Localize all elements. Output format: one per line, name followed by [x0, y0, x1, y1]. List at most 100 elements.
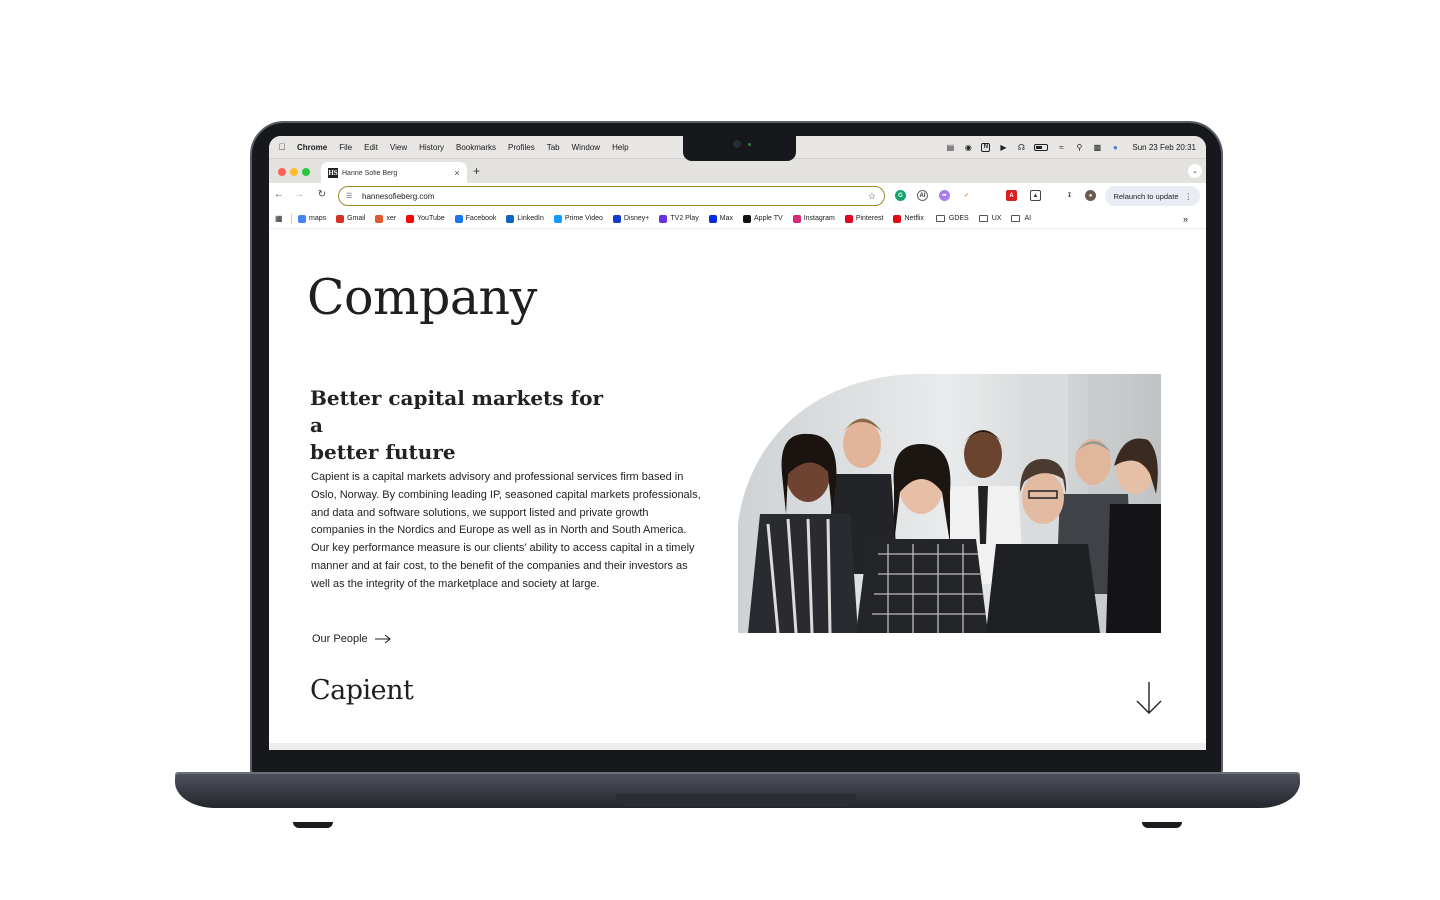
bookmark-label: Netflix	[904, 215, 924, 222]
bookmark-label: Instagram	[803, 215, 835, 222]
bookmarks-overflow-icon[interactable]: »	[1183, 214, 1188, 224]
headphones-icon[interactable]: ☊	[1016, 142, 1026, 152]
ai-extension-icon[interactable]: AI	[917, 190, 928, 201]
capient-logo[interactable]: Capient	[310, 675, 414, 706]
our-people-label: Our People	[312, 633, 368, 645]
bookmark-label: TV2 Play	[670, 215, 699, 222]
apple-menu-icon[interactable]: 	[277, 142, 287, 152]
headline-line-2: better future	[310, 440, 456, 464]
window-minimize-button[interactable]	[290, 168, 298, 176]
tab-hanne-sofie-berg[interactable]: HS Hanne Sofie Berg ×	[321, 162, 467, 184]
headline-line-1: Better capital markets for a	[310, 386, 603, 437]
tv2-icon	[659, 214, 668, 223]
menu-window[interactable]: Window	[572, 143, 600, 152]
window-zoom-button[interactable]	[302, 168, 310, 176]
bookmark-item[interactable]: Max	[708, 214, 734, 223]
netflix-icon	[893, 214, 902, 223]
chrome-tab-strip: HS Hanne Sofie Berg × + ⌄	[269, 158, 1206, 184]
vpn-icon[interactable]: ◉	[963, 142, 973, 152]
notion-icon[interactable]: N	[981, 142, 991, 152]
control-center-icon[interactable]: ▩	[1092, 142, 1102, 152]
laptop-screen:  Chrome File Edit View History Bookmark…	[269, 136, 1206, 750]
forward-icon[interactable]: →	[293, 189, 305, 200]
bookmark-item[interactable]: Gmail	[336, 214, 365, 223]
bookmark-item[interactable]: xer	[375, 214, 397, 223]
battery-icon[interactable]	[1034, 143, 1049, 151]
bookmark-item[interactable]: Prime Video	[553, 214, 603, 223]
bookmark-item[interactable]: LinkedIn	[506, 214, 544, 223]
menu-help[interactable]: Help	[612, 143, 628, 152]
folder-icon	[978, 215, 988, 222]
status-area: ▤ ◉ N ▶ ☊ ≈ ⚲ ▩ ● Sun 23 Feb 20:31	[945, 136, 1196, 158]
clipboard-icon[interactable]: ▤	[945, 142, 955, 152]
menu-tab[interactable]: Tab	[547, 143, 560, 152]
bookmark-folder[interactable]: GDES	[935, 215, 969, 222]
bookmark-label: Disney+	[623, 215, 650, 222]
bookmark-folder-label: UX	[991, 215, 1002, 222]
search-icon[interactable]: ⚲	[1074, 142, 1084, 152]
chrome-toolbar: ← → ↻ ☰ hannesofieberg.com ☆ G AI ✒ ✓ A …	[269, 183, 1206, 209]
youtube-icon	[406, 214, 415, 223]
tab-title: Hanne Sofie Berg	[342, 169, 398, 177]
bookmark-item[interactable]: Apple TV	[743, 214, 783, 223]
tab-search-chevron-icon[interactable]: ⌄	[1188, 164, 1202, 178]
apps-grid-icon[interactable]: ▦	[275, 214, 285, 223]
menu-bookmarks[interactable]: Bookmarks	[456, 143, 496, 152]
siri-icon[interactable]: ●	[1110, 142, 1120, 152]
web-page: Company Better capital markets for a bet…	[269, 229, 1206, 750]
menu-app-name[interactable]: Chrome	[297, 143, 327, 152]
chrome-menu-icon[interactable]: ⋮	[1185, 192, 1193, 201]
url-text[interactable]: hannesofieberg.com	[362, 192, 868, 201]
site-info-icon[interactable]: ☰	[346, 192, 356, 200]
tab-close-icon[interactable]: ×	[452, 168, 462, 178]
bookmark-item[interactable]: Disney+	[612, 214, 650, 223]
company-description: Capient is a capital markets advisory an…	[311, 471, 701, 590]
bookmark-item[interactable]: maps	[298, 214, 326, 223]
folder-icon	[935, 215, 945, 222]
profile-avatar[interactable]: ●	[1085, 190, 1096, 201]
arrow-right-icon	[374, 634, 391, 644]
acrobat-extension-icon[interactable]: A	[1006, 190, 1017, 201]
menu-profiles[interactable]: Profiles	[508, 143, 535, 152]
bookmark-label: Max	[719, 215, 734, 222]
bookmark-label: Apple TV	[754, 215, 783, 222]
menu-edit[interactable]: Edit	[364, 143, 378, 152]
bookmark-item[interactable]: YouTube	[406, 214, 445, 223]
menu-history[interactable]: History	[419, 143, 444, 152]
bookmark-star-icon[interactable]: ☆	[868, 191, 876, 202]
new-tab-button[interactable]: +	[473, 164, 480, 178]
menu-file[interactable]: File	[339, 143, 352, 152]
bookmark-label: Facebook	[465, 215, 497, 222]
bookmark-folder[interactable]: AI	[1011, 215, 1031, 222]
bookmark-label: Pinterest	[855, 215, 884, 222]
bookmark-item[interactable]: TV2 Play	[659, 214, 699, 223]
address-bar[interactable]: ☰ hannesofieberg.com ☆	[338, 186, 885, 206]
extensions-puzzle-icon[interactable]: ▲	[1030, 190, 1041, 201]
pen-extension-icon[interactable]: ✒	[939, 190, 950, 201]
color-picker-extension-icon[interactable]: ✓	[961, 190, 972, 201]
xer-icon	[375, 214, 384, 223]
reload-icon[interactable]: ↻	[316, 189, 328, 200]
relaunch-to-update-button[interactable]: Relaunch to update ⋮	[1105, 186, 1200, 206]
menu-clock[interactable]: Sun 23 Feb 20:31	[1132, 143, 1196, 152]
our-people-link[interactable]: Our People	[312, 633, 392, 645]
scroll-down-arrow-icon[interactable]	[1135, 681, 1163, 715]
menu-view[interactable]: View	[390, 143, 407, 152]
bookmark-item[interactable]: Netflix	[893, 214, 924, 223]
downloads-icon[interactable]: ↧	[1064, 190, 1075, 201]
bookmark-label: xer	[386, 215, 397, 222]
laptop-opening-notch	[615, 794, 857, 806]
play-icon[interactable]: ▶	[998, 142, 1008, 152]
section-headline: Better capital markets for a better futu…	[310, 385, 610, 466]
linkedin-icon	[506, 214, 515, 223]
wifi-icon[interactable]: ≈	[1056, 142, 1066, 152]
bookmark-folder[interactable]: UX	[978, 215, 1002, 222]
bookmark-item[interactable]: Pinterest	[844, 214, 884, 223]
bookmark-item[interactable]: Facebook	[454, 214, 497, 223]
bookmark-item[interactable]: Instagram	[792, 214, 835, 223]
back-icon[interactable]: ←	[273, 189, 285, 200]
relaunch-label: Relaunch to update	[1113, 191, 1179, 201]
grammarly-extension-icon[interactable]: G	[895, 190, 906, 201]
window-close-button[interactable]	[278, 168, 286, 176]
facebook-icon	[454, 214, 463, 223]
